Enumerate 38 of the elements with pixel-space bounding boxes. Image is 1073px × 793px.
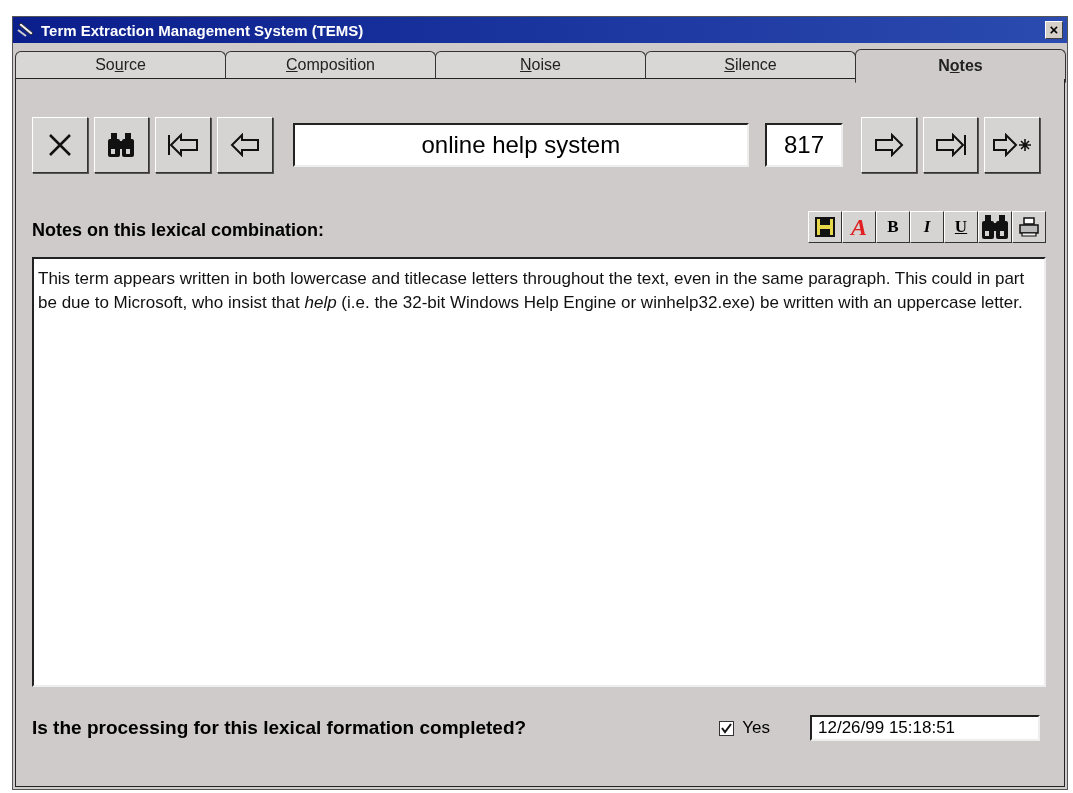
close-button[interactable]: ×: [1045, 21, 1063, 39]
notes-text-area[interactable]: This term appears written in both lowercase and titlecase letters throughout the text, even in the same paragraph. This could in part be due to Microsoft, who insist that help (i.e. the 32-bit Windows Help Engine or winhelp32.exe) be written with an uppercase letter.: [32, 257, 1046, 687]
term-field[interactable]: online help system: [292, 123, 750, 167]
last-button[interactable]: [922, 117, 979, 173]
new-button[interactable]: [984, 117, 1040, 173]
print-button[interactable]: [1012, 211, 1046, 243]
save-button[interactable]: [808, 211, 842, 243]
tab[interactable]: Composition: [225, 51, 436, 79]
tab[interactable]: Source: [15, 51, 226, 79]
arrow-left-icon: [228, 133, 261, 157]
binoculars-icon: [107, 132, 136, 158]
close-icon: [46, 132, 73, 158]
app-icon: [17, 22, 35, 38]
tab[interactable]: Noise: [435, 51, 646, 79]
previous-button[interactable]: [216, 117, 273, 173]
arrow-right-star-icon: [992, 133, 1033, 157]
italic-button[interactable]: I: [910, 211, 944, 243]
arrow-left-bar-icon: [166, 133, 201, 157]
underline-button[interactable]: U: [944, 211, 978, 243]
first-button[interactable]: [155, 117, 211, 173]
next-button[interactable]: [861, 117, 917, 173]
completion-question: Is the processing for this lexical formation completed?: [32, 717, 528, 739]
printer-icon: [1018, 217, 1040, 237]
tab[interactable]: Silence: [645, 51, 856, 79]
arrow-right-icon: [872, 133, 905, 157]
checkbox[interactable]: [719, 720, 735, 736]
notes-label: Notes on this lexical combination:: [32, 220, 325, 241]
checkbox-label: Yes: [742, 718, 770, 738]
timestamp-field[interactable]: 12/26/99 15:18:51: [810, 715, 1040, 741]
find-button[interactable]: [978, 211, 1012, 243]
bold-button[interactable]: B: [876, 211, 910, 243]
window-title: Term Extraction Management System (TEMS): [41, 21, 365, 39]
tab[interactable]: Notes: [855, 49, 1066, 83]
arrow-right-bar-icon: [933, 133, 968, 157]
binoculars-icon: [981, 214, 1009, 240]
record-number-field[interactable]: 817: [765, 123, 844, 167]
find-button[interactable]: [93, 117, 150, 173]
delete-button[interactable]: [32, 117, 88, 173]
